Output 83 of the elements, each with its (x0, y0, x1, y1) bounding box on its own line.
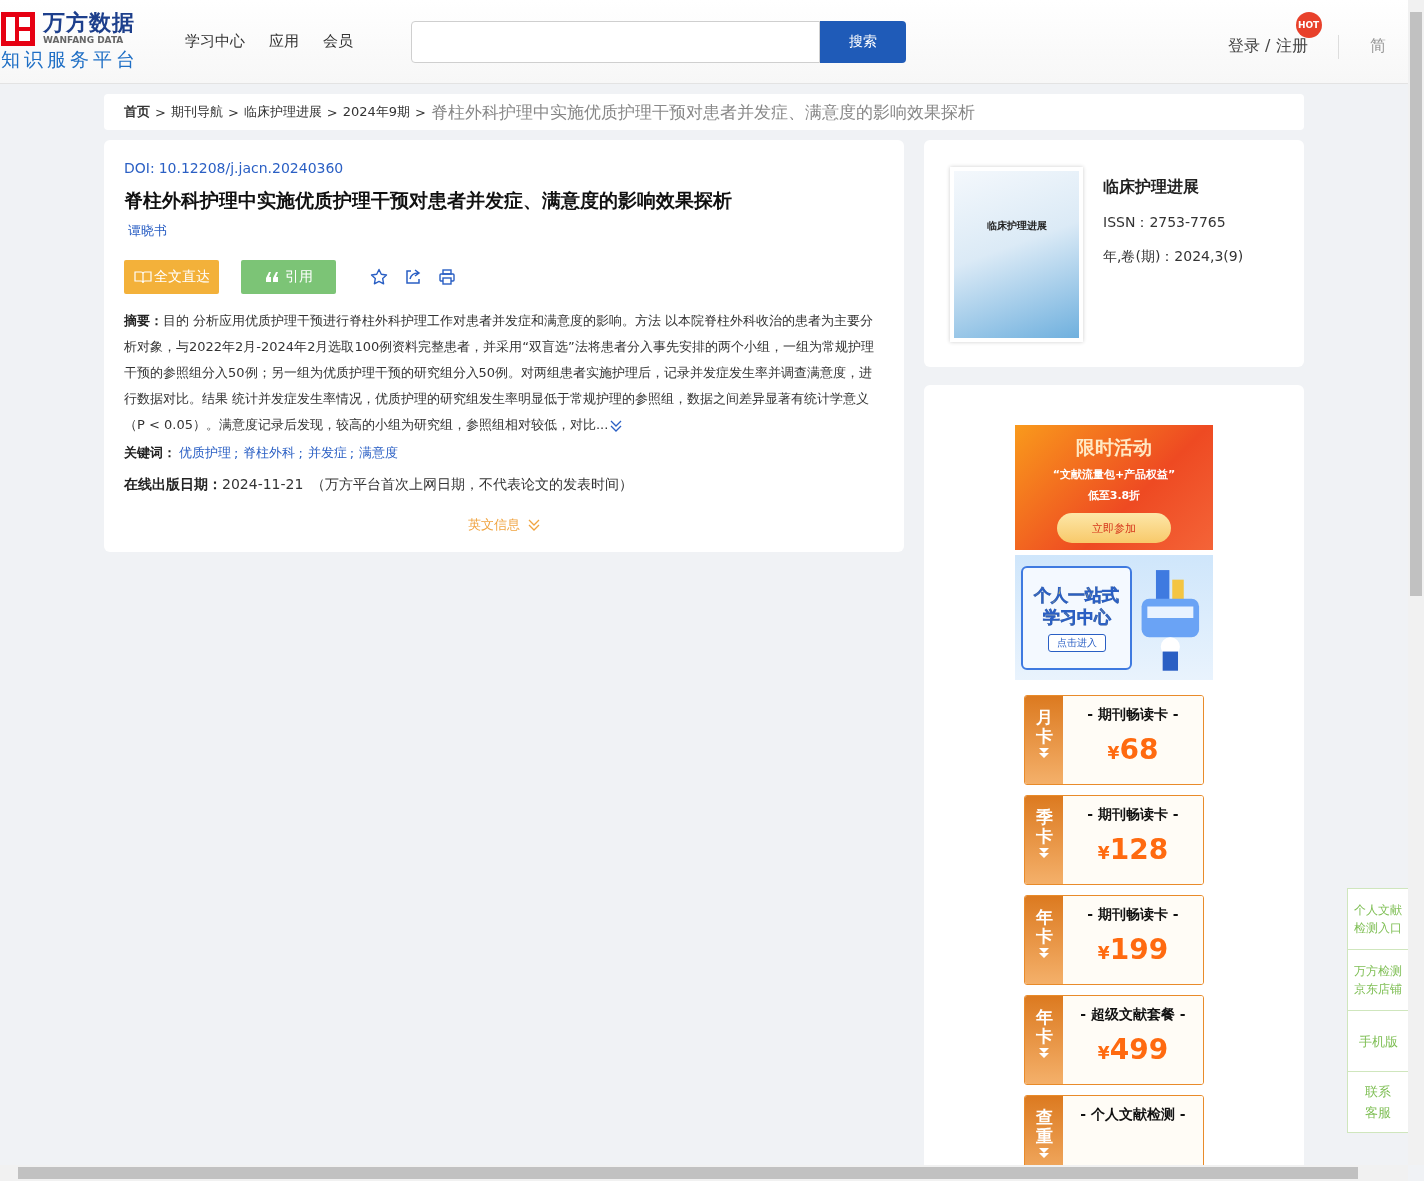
card-type-label: 年卡 (1035, 1008, 1053, 1046)
keyword-separator: ; (298, 445, 303, 461)
breadcrumb-link[interactable]: 2024年9期 (342, 103, 411, 121)
quote-icon (264, 272, 279, 282)
promo-title: 限时活动 (1076, 435, 1152, 460)
keyword-separator: ; (234, 445, 239, 461)
card-title: - 期刊畅读卡 - (1087, 906, 1179, 924)
enter-button[interactable]: 点击进入 (1047, 633, 1106, 652)
breadcrumb-link[interactable]: 临床护理进展 (243, 103, 322, 121)
logo-name: 万方数据 (43, 11, 135, 35)
double-chevron-down-icon (1038, 1047, 1050, 1060)
breadcrumb-separator: > (415, 104, 426, 120)
keyword-link[interactable]: 并发症 (307, 444, 347, 462)
double-chevron-down-icon (528, 519, 540, 531)
banner-heading: 学习中心 (1042, 605, 1111, 628)
nav-link[interactable]: 应用 (269, 32, 299, 51)
keyword-link[interactable]: 优质护理 (179, 444, 231, 462)
journal-name[interactable]: 临床护理进展 (1103, 177, 1244, 198)
issue-text: 年,卷(期)：2024,3(9) (1103, 248, 1244, 266)
price-card[interactable]: 季卡 - 期刊畅读卡 - ¥128 (1024, 795, 1204, 885)
join-button[interactable]: 立即参加 (1057, 513, 1171, 543)
card-type-label: 月卡 (1035, 708, 1053, 746)
card-title: - 期刊畅读卡 - (1087, 806, 1179, 824)
doi-link[interactable]: 10.12208/j.jacn.20240360 (158, 160, 344, 176)
online-date-value: 2024-11-21 (222, 476, 304, 494)
promo-subtitle: “文献流量包+产品权益” (1052, 467, 1176, 482)
search-field[interactable] (411, 20, 820, 63)
breadcrumb-separator: > (227, 104, 239, 120)
logo-mark-icon (1, 11, 35, 46)
banner-heading: 个人一站式 (1034, 583, 1120, 606)
price-text: ¥199 (1097, 934, 1169, 968)
hot-badge: HOT (1295, 12, 1322, 38)
online-date-note: （万方平台首次上网日期，不代表论文的发表时间） (311, 476, 634, 494)
card-type-label: 年卡 (1035, 908, 1053, 946)
double-chevron-down-icon (1038, 1147, 1050, 1160)
breadcrumb-link[interactable]: 首页 (124, 103, 150, 121)
double-chevron-down-icon (1038, 747, 1050, 760)
doi-label: DOI: (124, 160, 155, 176)
star-icon[interactable] (370, 268, 388, 286)
breadcrumb-link[interactable]: 脊柱外科护理中实施优质护理干预对患者并发症、满意度的影响效果探析 (431, 100, 975, 124)
vertical-scrollbar[interactable] (1408, 0, 1424, 1165)
promo-banner[interactable]: 限时活动 “文献流量包+产品权益” 低至3.8折 立即参加 (1015, 425, 1213, 551)
logo-latin: WANFANG DATA (43, 35, 125, 46)
nav-link[interactable]: 会员 (323, 32, 353, 51)
promo-discount: 低至3.8折 (1087, 488, 1141, 503)
double-chevron-down-icon (1038, 947, 1050, 960)
article-title: 脊柱外科护理中实施优质护理干预对患者并发症、满意度的影响效果探析 (124, 188, 733, 213)
nav-link[interactable]: 学习中心 (185, 32, 245, 51)
card-type-label: 季卡 (1035, 808, 1053, 846)
breadcrumb-separator: > (326, 104, 338, 120)
keywords-label: 关键词： (124, 444, 176, 462)
horizontal-scrollbar[interactable] (0, 1165, 1408, 1181)
search-button[interactable]: 搜索 (820, 20, 906, 63)
study-center-banner[interactable]: 个人一站式 学习中心 点击进入 (1015, 555, 1213, 680)
double-chevron-down-icon (1038, 847, 1050, 860)
price-text: ¥499 (1097, 1034, 1169, 1068)
print-icon[interactable] (438, 268, 456, 286)
breadcrumb-separator: > (155, 104, 166, 120)
breadcrumb-link[interactable]: 期刊导航 (170, 103, 223, 121)
login-register-link[interactable]: 登录 / 注册 (1228, 36, 1308, 55)
online-date-label: 在线出版日期： (124, 476, 222, 494)
scrollbar-thumb[interactable] (18, 1167, 1358, 1179)
keyword-link[interactable]: 满意度 (359, 444, 399, 462)
price-text: ¥128 (1097, 834, 1169, 868)
abstract-text: 摘要：目的 分析应用优质护理干预进行脊柱外科护理工作对患者并发症和满意度的影响。方法 以本院脊柱外科收治的患者为主要分析对象，与2022年2月-2024年2月选取100例资料完整患者，并采用“双盲选”法将患者分入事先安排的两个小组，一组为常规护理干预的参照组分入50例；另一组为优质护理干预的研究组分入50例。对两组患者实施护理后，记录并发症发生率并调查满意度，进行数据对比。结果 统计并发症发生率情况，优质护理的研究组发生率明显低于常规护理的参照组，数据之间差异显著有统计学意义（P < 0.05）。满意度记录后发现，较高的小组为研究组，参照组相对较低，对比... (124, 312, 875, 434)
price-card[interactable]: 月卡 - 期刊畅读卡 - ¥68 (1024, 695, 1204, 785)
keyword-link[interactable]: 脊柱外科 (243, 444, 296, 462)
keyword-separator: ; (349, 445, 355, 461)
scrollbar-thumb[interactable] (1410, 12, 1422, 596)
issn-text: ISSN：2753-7765 (1103, 214, 1227, 232)
price-card[interactable]: 年卡 - 超级文献套餐 - ¥499 (1024, 995, 1204, 1085)
card-type-label: 查重 (1035, 1108, 1053, 1146)
share-icon[interactable] (404, 268, 422, 286)
logo-tagline: 知识服务平台 (1, 47, 140, 72)
author-link[interactable]: 谭晓书 (128, 223, 167, 238)
card-title: - 期刊畅读卡 - (1087, 706, 1179, 724)
card-title: - 个人文献检测 - (1080, 1106, 1186, 1124)
price-text: ¥68 (1107, 734, 1159, 768)
double-chevron-down-icon[interactable] (610, 419, 623, 432)
price-card[interactable]: 年卡 - 期刊畅读卡 - ¥199 (1024, 895, 1204, 985)
cover-title: 临床护理进展 (986, 219, 1047, 233)
card-title: - 超级文献套餐 - (1080, 1006, 1186, 1024)
book-icon (133, 270, 152, 284)
